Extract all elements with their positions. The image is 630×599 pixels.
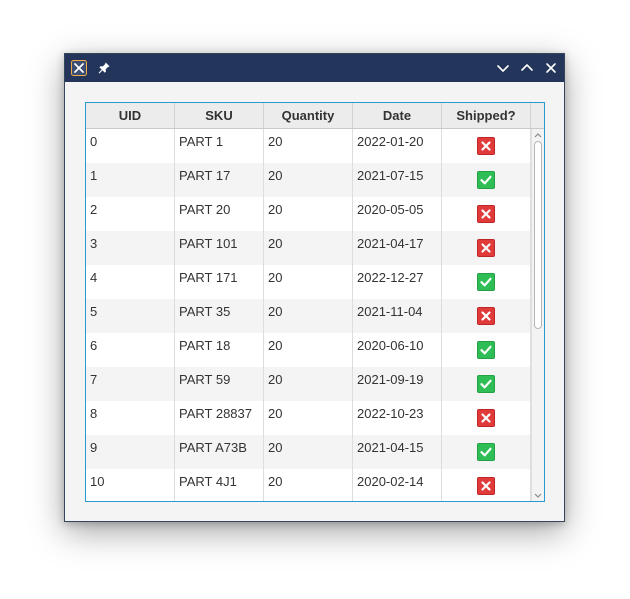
table-row[interactable]: 4 PART 171 20 2022-12-27 xyxy=(86,265,531,299)
check-icon xyxy=(477,341,495,359)
check-icon xyxy=(477,171,495,189)
cell-quantity: 20 xyxy=(264,231,353,265)
cell-uid: 5 xyxy=(86,299,175,333)
cell-date: 2022-10-23 xyxy=(353,401,442,435)
cell-quantity: 20 xyxy=(264,435,353,469)
cell-shipped xyxy=(442,401,531,435)
table-body: 0 PART 1 20 2022-01-20 1 PART 17 20 2021-07-15 2… xyxy=(86,129,531,501)
cell-sku: PART 17 xyxy=(175,163,264,197)
cross-icon xyxy=(477,137,495,155)
check-icon xyxy=(477,273,495,291)
scroll-down-icon[interactable] xyxy=(532,490,544,501)
cell-quantity: 20 xyxy=(264,401,353,435)
cell-shipped xyxy=(442,469,531,501)
table-row[interactable]: 1 PART 17 20 2021-07-15 xyxy=(86,163,531,197)
cell-shipped xyxy=(442,129,531,163)
cell-quantity: 20 xyxy=(264,333,353,367)
cross-icon xyxy=(477,205,495,223)
scroll-thumb[interactable] xyxy=(534,141,542,329)
column-header-uid[interactable]: UID xyxy=(86,103,175,128)
cell-date: 2020-05-05 xyxy=(353,197,442,231)
cell-date: 2021-04-15 xyxy=(353,435,442,469)
table-row[interactable]: 5 PART 35 20 2021-11-04 xyxy=(86,299,531,333)
table-row[interactable]: 10 PART 4J1 20 2020-02-14 xyxy=(86,469,531,501)
check-icon xyxy=(477,443,495,461)
cell-uid: 7 xyxy=(86,367,175,401)
cell-uid: 6 xyxy=(86,333,175,367)
maximize-icon[interactable] xyxy=(519,60,535,76)
cell-quantity: 20 xyxy=(264,197,353,231)
cross-icon xyxy=(477,239,495,257)
check-icon xyxy=(477,375,495,393)
column-header-sku[interactable]: SKU xyxy=(175,103,264,128)
title-bar[interactable] xyxy=(65,54,564,82)
cell-sku: PART 18 xyxy=(175,333,264,367)
header-corner xyxy=(531,103,544,129)
pin-icon[interactable] xyxy=(96,60,112,76)
cell-uid: 4 xyxy=(86,265,175,299)
cell-sku: PART 4J1 xyxy=(175,469,264,501)
table-row[interactable]: 8 PART 28837 20 2022-10-23 xyxy=(86,401,531,435)
table-row[interactable]: 9 PART A73B 20 2021-04-15 xyxy=(86,435,531,469)
cell-date: 2022-01-20 xyxy=(353,129,442,163)
cell-quantity: 20 xyxy=(264,299,353,333)
cell-uid: 2 xyxy=(86,197,175,231)
column-header-quantity[interactable]: Quantity xyxy=(264,103,353,128)
cross-icon xyxy=(477,409,495,427)
cell-uid: 8 xyxy=(86,401,175,435)
cell-date: 2021-04-17 xyxy=(353,231,442,265)
cell-quantity: 20 xyxy=(264,129,353,163)
cell-sku: PART 1 xyxy=(175,129,264,163)
close-icon[interactable] xyxy=(543,60,559,76)
cell-uid: 3 xyxy=(86,231,175,265)
table-row[interactable]: 3 PART 101 20 2021-04-17 xyxy=(86,231,531,265)
app-window: UID SKU Quantity Date Shipped? 0 PART 1 20… xyxy=(64,53,565,522)
cell-uid: 9 xyxy=(86,435,175,469)
cell-sku: PART 20 xyxy=(175,197,264,231)
table-row[interactable]: 0 PART 1 20 2022-01-20 xyxy=(86,129,531,163)
cell-date: 2021-09-19 xyxy=(353,367,442,401)
table-row[interactable]: 6 PART 18 20 2020-06-10 xyxy=(86,333,531,367)
cell-sku: PART 28837 xyxy=(175,401,264,435)
cell-date: 2022-12-27 xyxy=(353,265,442,299)
cell-sku: PART 101 xyxy=(175,231,264,265)
cell-quantity: 20 xyxy=(264,469,353,501)
cell-uid: 1 xyxy=(86,163,175,197)
table-row[interactable]: 7 PART 59 20 2021-09-19 xyxy=(86,367,531,401)
cell-shipped xyxy=(442,435,531,469)
cell-shipped xyxy=(442,367,531,401)
cell-shipped xyxy=(442,265,531,299)
table-header: UID SKU Quantity Date Shipped? xyxy=(86,103,531,129)
cell-shipped xyxy=(442,163,531,197)
cell-shipped xyxy=(442,299,531,333)
orders-table[interactable]: UID SKU Quantity Date Shipped? 0 PART 1 20… xyxy=(85,102,545,502)
cell-date: 2020-02-14 xyxy=(353,469,442,501)
cell-quantity: 20 xyxy=(264,367,353,401)
cell-quantity: 20 xyxy=(264,163,353,197)
cell-quantity: 20 xyxy=(264,265,353,299)
minimize-icon[interactable] xyxy=(495,60,511,76)
cell-sku: PART 35 xyxy=(175,299,264,333)
app-logo-icon[interactable] xyxy=(71,60,87,76)
cell-shipped xyxy=(442,333,531,367)
cell-date: 2021-11-04 xyxy=(353,299,442,333)
cell-sku: PART 59 xyxy=(175,367,264,401)
vertical-scrollbar[interactable] xyxy=(531,129,544,501)
cross-icon xyxy=(477,477,495,495)
cell-sku: PART A73B xyxy=(175,435,264,469)
column-header-shipped[interactable]: Shipped? xyxy=(442,103,531,128)
scroll-up-icon[interactable] xyxy=(532,129,544,140)
cell-sku: PART 171 xyxy=(175,265,264,299)
table-row[interactable]: 2 PART 20 20 2020-05-05 xyxy=(86,197,531,231)
cross-icon xyxy=(477,307,495,325)
cell-date: 2020-06-10 xyxy=(353,333,442,367)
cell-date: 2021-07-15 xyxy=(353,163,442,197)
cell-shipped xyxy=(442,231,531,265)
cell-uid: 0 xyxy=(86,129,175,163)
cell-shipped xyxy=(442,197,531,231)
cell-uid: 10 xyxy=(86,469,175,501)
column-header-date[interactable]: Date xyxy=(353,103,442,128)
